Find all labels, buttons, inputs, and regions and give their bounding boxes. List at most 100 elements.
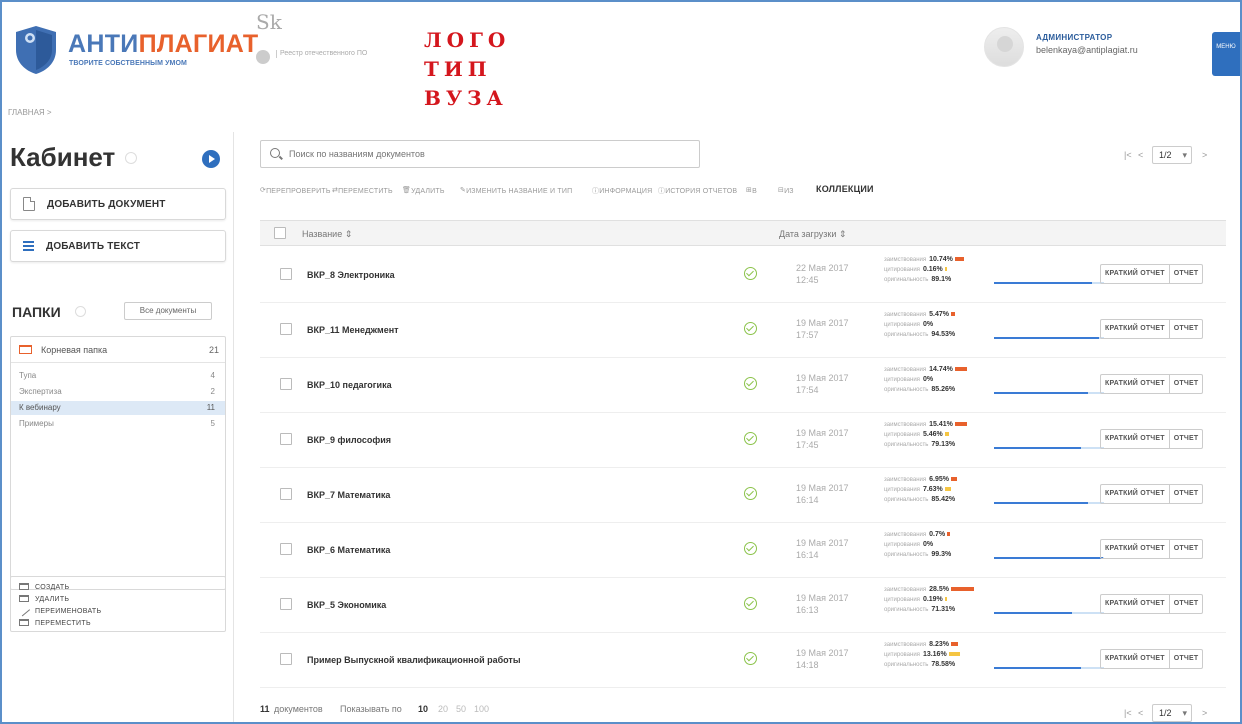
document-name[interactable]: Пример Выпускной квалификационной работы <box>307 655 521 665</box>
create-folder-button[interactable]: СОЗДАТЬ <box>19 583 69 591</box>
add-text-button[interactable]: ДОБАВИТЬ ТЕКСТ <box>10 230 226 262</box>
move-folder-button[interactable]: ПЕРЕМЕСТИТЬ <box>19 619 91 627</box>
subfolder-item-active[interactable]: К вебинару 11 <box>11 401 225 415</box>
stat-label: цитирования <box>884 597 920 603</box>
short-report-button[interactable]: КРАТКИЙ ОТЧЕТ <box>1101 265 1170 283</box>
full-report-button[interactable]: ОТЧЕТ <box>1170 485 1203 503</box>
history-button[interactable]: ⓘ ИСТОРИЯ ОТЧЕТОВ <box>658 186 737 196</box>
cite-value: 7.63% <box>922 486 943 493</box>
move-button[interactable]: ⇄ ПЕРЕМЕСТИТЬ <box>332 186 393 195</box>
column-name[interactable]: Название ⇕ <box>302 229 352 240</box>
page-size-option[interactable]: 20 <box>438 704 448 714</box>
table-row[interactable]: ВКР_9 философия 19 Мая 2017 17:45 заимствов… <box>260 413 1226 468</box>
rename-folder-button[interactable]: ПЕРЕИМЕНОВАТЬ <box>17 604 101 617</box>
full-report-button[interactable]: ОТЧЕТ <box>1170 540 1203 558</box>
antiplagiat-logo[interactable]: АНТИПЛАГИАТ ТВОРИТЕ СОБСТВЕННЫМ УМОМ <box>12 24 258 76</box>
rename-button[interactable]: ✎ ИЗМЕНИТЬ НАЗВАНИЕ И ТИП <box>460 186 572 195</box>
all-documents-button[interactable]: Все документы <box>124 302 212 320</box>
row-checkbox[interactable] <box>280 488 292 500</box>
table-row[interactable]: ВКР_6 Математика 19 Мая 2017 16:14 заимство… <box>260 523 1226 578</box>
delete-button[interactable]: 🗑 УДАЛИТЬ <box>402 186 444 195</box>
row-checkbox[interactable] <box>280 433 292 445</box>
originality-bar <box>994 392 1104 394</box>
short-report-button[interactable]: КРАТКИЙ ОТЧЕТ <box>1101 430 1170 448</box>
table-row[interactable]: Пример Выпускной квалификационной работы… <box>260 633 1226 688</box>
page-size-option[interactable]: 10 <box>418 704 428 714</box>
row-checkbox[interactable] <box>280 653 292 665</box>
full-report-button[interactable]: ОТЧЕТ <box>1170 650 1203 668</box>
short-report-button[interactable]: КРАТКИЙ ОТЧЕТ <box>1101 485 1170 503</box>
actions-toolbar: ⟳ ПЕРЕПРОВЕРИТЬ ⇄ ПЕРЕМЕСТИТЬ 🗑 УДАЛИТЬ … <box>260 184 1230 200</box>
upload-date: 19 Мая 2017 17:45 <box>796 427 849 451</box>
short-report-button[interactable]: КРАТКИЙ ОТЧЕТ <box>1101 540 1170 558</box>
borrow-value: 10.74% <box>929 256 953 263</box>
help-icon[interactable] <box>75 306 86 317</box>
document-name[interactable]: ВКР_6 Математика <box>307 545 390 555</box>
folder-count: 21 <box>208 345 219 355</box>
full-report-button[interactable]: ОТЧЕТ <box>1170 430 1203 448</box>
full-report-button[interactable]: ОТЧЕТ <box>1170 265 1203 283</box>
document-name[interactable]: ВКР_9 философия <box>307 435 391 445</box>
avatar[interactable] <box>984 27 1024 67</box>
full-report-button[interactable]: ОТЧЕТ <box>1170 375 1203 393</box>
info-button[interactable]: ⓘ ИНФОРМАЦИЯ <box>592 186 652 196</box>
root-folder[interactable]: Корневая папка 21 <box>11 337 225 363</box>
next-page-button[interactable]: > <box>1202 708 1207 718</box>
document-name[interactable]: ВКР_10 педагогика <box>307 380 392 390</box>
add-document-button[interactable]: ДОБАВИТЬ ДОКУМЕНТ <box>10 188 226 220</box>
next-page-button[interactable]: > <box>1202 150 1207 160</box>
upload-date: 19 Мая 2017 17:57 <box>796 317 849 341</box>
select-all-checkbox[interactable] <box>274 227 286 239</box>
full-report-button[interactable]: ОТЧЕТ <box>1170 320 1203 338</box>
row-checkbox[interactable] <box>280 598 292 610</box>
table-row[interactable]: ВКР_11 Менеджмент 19 Мая 2017 17:57 заимств… <box>260 303 1226 358</box>
main-content: |< < 1/2 ▾ > ⟳ ПЕРЕПРОВЕРИТЬ ⇄ ПЕРЕМЕСТИТ… <box>244 132 1240 722</box>
short-report-button[interactable]: КРАТКИЙ ОТЧЕТ <box>1101 595 1170 613</box>
table-row[interactable]: ВКР_8 Электроника 22 Мая 2017 12:45 заимств… <box>260 248 1226 303</box>
delete-folder-button[interactable]: УДАЛИТЬ <box>19 595 69 603</box>
row-checkbox[interactable] <box>280 543 292 555</box>
subfolder-item[interactable]: Примеры 5 <box>11 417 225 431</box>
document-name[interactable]: ВКР_8 Электроника <box>307 270 395 280</box>
short-report-button[interactable]: КРАТКИЙ ОТЧЕТ <box>1101 650 1170 668</box>
full-report-button[interactable]: ОТЧЕТ <box>1170 595 1203 613</box>
prev-page-button[interactable]: < <box>1138 150 1143 160</box>
search-box[interactable] <box>260 140 700 168</box>
menu-button[interactable]: МЕНЮ <box>1212 32 1240 76</box>
document-icon <box>23 197 35 211</box>
collections-label[interactable]: КОЛЛЕКЦИИ <box>816 184 874 194</box>
report-buttons: КРАТКИЙ ОТЧЕТ ОТЧЕТ <box>1100 264 1204 284</box>
text-lines-icon <box>23 241 34 251</box>
row-checkbox[interactable] <box>280 323 292 335</box>
first-page-button[interactable]: |< <box>1124 150 1132 160</box>
table-row[interactable]: ВКР_7 Математика 19 Мая 2017 16:14 заимство… <box>260 468 1226 523</box>
page-select[interactable]: 1/2 ▾ <box>1152 704 1192 722</box>
document-name[interactable]: ВКР_5 Экономика <box>307 600 386 610</box>
pagination-top: |< < 1/2 ▾ > <box>1124 146 1234 166</box>
first-page-button[interactable]: |< <box>1124 708 1132 718</box>
remove-from-collection-button[interactable]: ⊟ ИЗ <box>778 186 794 195</box>
table-row[interactable]: ВКР_5 Экономика 19 Мая 2017 16:13 заимствов… <box>260 578 1226 633</box>
page-size-option[interactable]: 100 <box>474 704 489 714</box>
breadcrumb[interactable]: ГЛАВНАЯ > <box>8 108 52 117</box>
column-date[interactable]: Дата загрузки ⇕ <box>779 229 846 240</box>
subfolder-item[interactable]: Тупа 4 <box>11 369 225 383</box>
row-checkbox[interactable] <box>280 268 292 280</box>
play-video-icon[interactable] <box>202 150 220 168</box>
short-report-button[interactable]: КРАТКИЙ ОТЧЕТ <box>1101 375 1170 393</box>
user-profile[interactable]: АДМИНИСТРАТОР belenkaya@antiplagiat.ru <box>984 27 1194 75</box>
add-to-collection-button[interactable]: ⊞ В <box>746 186 757 195</box>
search-input[interactable] <box>289 145 689 163</box>
subfolder-item[interactable]: Экспертиза 2 <box>11 385 225 399</box>
prev-page-button[interactable]: < <box>1138 708 1143 718</box>
page-select[interactable]: 1/2 ▾ <box>1152 146 1192 164</box>
document-name[interactable]: ВКР_11 Менеджмент <box>307 325 399 335</box>
short-report-button[interactable]: КРАТКИЙ ОТЧЕТ <box>1101 320 1170 338</box>
originality-fill <box>994 502 1088 504</box>
page-size-option[interactable]: 50 <box>456 704 466 714</box>
row-checkbox[interactable] <box>280 378 292 390</box>
table-row[interactable]: ВКР_10 педагогика 19 Мая 2017 17:54 заимств… <box>260 358 1226 413</box>
recheck-button[interactable]: ⟳ ПЕРЕПРОВЕРИТЬ <box>260 186 330 195</box>
document-name[interactable]: ВКР_7 Математика <box>307 490 390 500</box>
help-icon[interactable] <box>125 152 137 164</box>
